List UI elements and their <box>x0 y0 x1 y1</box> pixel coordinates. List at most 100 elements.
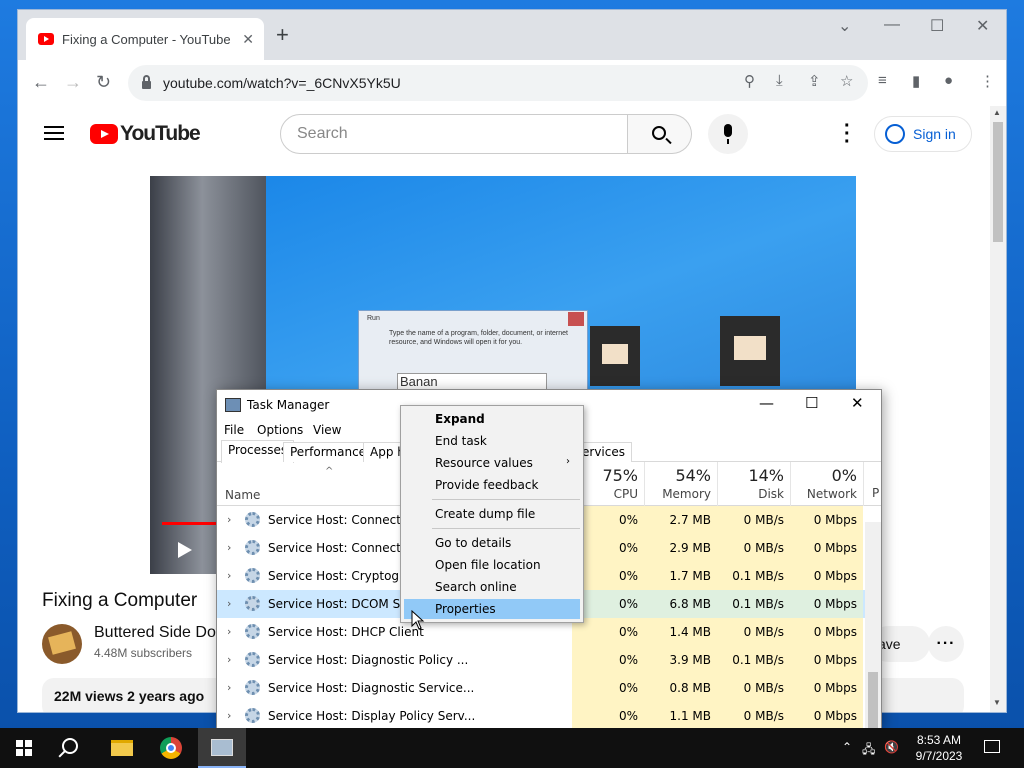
scroll-thumb[interactable] <box>993 122 1003 242</box>
menu-separator <box>432 499 580 500</box>
tab-close-icon[interactable]: ✕ <box>242 31 254 48</box>
tm-maximize-button[interactable]: ☐ <box>805 394 818 412</box>
menu-item-provide-feedback[interactable]: Provide feedback <box>404 475 580 495</box>
new-tab-button[interactable]: + <box>276 24 289 46</box>
more-actions-icon[interactable]: ··· <box>928 626 964 662</box>
file-explorer-icon[interactable] <box>111 740 133 756</box>
expand-chevron-icon[interactable]: › <box>227 569 231 582</box>
network-value: 0 Mbps <box>790 534 863 562</box>
disk-value: 0 MB/s <box>717 534 790 562</box>
tab-youtube[interactable]: Fixing a Computer - YouTube ✕ <box>26 18 264 60</box>
youtube-search-input[interactable]: Search <box>280 114 628 154</box>
col-power[interactable]: P <box>863 462 881 506</box>
video-progress-bar[interactable] <box>162 522 218 525</box>
show-hidden-icons-chevron-icon[interactable]: ⌃ <box>842 740 852 754</box>
menu-file[interactable]: File <box>224 423 244 437</box>
windows-start-icon[interactable] <box>16 740 32 756</box>
expand-chevron-icon[interactable]: › <box>227 513 231 526</box>
network-value: 0 Mbps <box>790 702 863 728</box>
expand-chevron-icon[interactable]: › <box>227 681 231 694</box>
menu-view[interactable]: View <box>313 423 341 437</box>
service-host-gear-icon <box>245 596 260 611</box>
col-network[interactable]: 0% Network <box>790 462 863 506</box>
memory-value: 3.9 MB <box>644 646 717 674</box>
process-name: Service Host: Diagnostic Service... <box>268 681 475 695</box>
expand-chevron-icon[interactable]: › <box>227 541 231 554</box>
address-bar[interactable]: youtube.com/watch?v=_6CNvX5Yk5U <box>128 65 868 101</box>
menu-item-expand[interactable]: Expand <box>404 409 580 429</box>
play-icon[interactable] <box>178 542 192 558</box>
process-row[interactable]: › Service Host: Diagnostic Policy ... 0% 3.… <box>217 646 881 674</box>
channel-name[interactable]: Buttered Side Dow <box>94 624 227 642</box>
service-host-gear-icon <box>245 680 260 695</box>
scroll-up-arrow-icon[interactable]: ▲ <box>993 108 1001 117</box>
tm-close-button[interactable]: ✕ <box>851 394 864 412</box>
process-row[interactable]: › Service Host: Diagnostic Service... 0% 0.… <box>217 674 881 702</box>
youtube-logo[interactable]: YouTube <box>90 122 201 146</box>
share-icon[interactable]: ⇪ <box>808 72 821 90</box>
reload-icon[interactable]: ↻ <box>96 72 111 92</box>
profile-avatar-icon[interactable]: ● <box>944 72 953 89</box>
process-row[interactable]: › Service Host: Display Policy Serv... 0% 1… <box>217 702 881 728</box>
hamburger-menu-icon[interactable] <box>44 126 64 140</box>
maximize-button[interactable]: ☐ <box>930 16 944 36</box>
reading-list-icon[interactable]: ≡ <box>878 72 887 89</box>
menu-item-end-task[interactable]: End task <box>404 431 580 451</box>
chrome-icon[interactable] <box>160 737 182 759</box>
pixel-character-left-face <box>602 344 628 364</box>
chrome-menu-icon[interactable]: ⋮ <box>980 72 995 90</box>
zoom-search-icon[interactable]: ⚲ <box>744 72 755 90</box>
menu-item-open-file-location[interactable]: Open file location <box>404 555 580 575</box>
volume-muted-icon[interactable]: 🔇 <box>884 740 899 754</box>
service-host-gear-icon <box>245 512 260 527</box>
menu-item-search-online[interactable]: Search online <box>404 577 580 597</box>
menu-item-properties[interactable]: Properties <box>404 599 580 619</box>
col-memory[interactable]: 54% Memory <box>644 462 717 506</box>
taskbar-search-icon[interactable] <box>62 738 78 754</box>
channel-avatar[interactable] <box>42 624 82 664</box>
col-disk[interactable]: 14% Disk <box>717 462 790 506</box>
context-menu: Expand End task Resource values › Provid… <box>400 405 584 623</box>
expand-chevron-icon[interactable]: › <box>227 597 231 610</box>
minimize-button[interactable]: — <box>884 16 900 34</box>
views-and-date: 22M views 2 years ago <box>54 688 205 704</box>
side-panel-icon[interactable]: ▮ <box>912 72 920 90</box>
expand-chevron-icon[interactable]: › <box>227 709 231 722</box>
menu-options[interactable]: Options <box>257 423 303 437</box>
tm-minimize-button[interactable]: — <box>759 394 774 412</box>
menu-item-create-dump-file[interactable]: Create dump file <box>404 504 580 524</box>
video-run-dialog: Run Type the name of a program, folder, … <box>358 310 588 394</box>
bookmark-star-icon[interactable]: ☆ <box>840 72 853 90</box>
search-icon <box>652 126 666 140</box>
voice-search-button[interactable] <box>708 114 748 154</box>
sign-in-button[interactable]: Sign in <box>874 116 972 152</box>
expand-chevron-icon[interactable]: › <box>227 653 231 666</box>
disk-label: Disk <box>758 487 784 501</box>
menu-item-go-to-details[interactable]: Go to details <box>404 533 580 553</box>
menu-item-resource-values[interactable]: Resource values › <box>404 453 580 473</box>
video-dialog-close-icon <box>568 312 584 326</box>
taskbar-task-manager-button[interactable] <box>198 728 246 768</box>
install-app-icon[interactable]: ⤓ <box>776 72 783 89</box>
tm-scroll-thumb[interactable] <box>868 672 878 728</box>
youtube-search-button[interactable] <box>628 114 692 154</box>
scroll-down-arrow-icon[interactable]: ▼ <box>993 698 1001 707</box>
tab-performance[interactable]: Performance <box>283 442 374 462</box>
col-name[interactable]: Name <box>225 488 260 502</box>
mouse-cursor-icon <box>411 610 425 630</box>
expand-chevron-icon[interactable]: › <box>227 625 231 638</box>
power-label: P <box>872 486 880 500</box>
settings-kebab-icon[interactable]: · · · <box>844 116 851 152</box>
network-icon[interactable]: 🖧 <box>862 740 875 761</box>
process-name: Service Host: Display Policy Serv... <box>268 709 476 723</box>
close-window-button[interactable]: ✕ <box>976 16 989 36</box>
action-center-icon[interactable] <box>984 740 1000 753</box>
forward-arrow-icon[interactable]: → <box>64 72 82 92</box>
tm-scrollbar[interactable] <box>865 522 881 728</box>
youtube-play-logo-icon <box>90 124 118 144</box>
tab-search-icon[interactable]: ⌄ <box>838 16 851 36</box>
back-arrow-icon[interactable]: ← <box>32 72 50 92</box>
taskbar-clock[interactable]: 8:53 AM 9/7/2023 <box>908 732 970 764</box>
page-scrollbar[interactable]: ▲ ▼ <box>990 106 1006 712</box>
memory-value: 2.7 MB <box>644 506 717 534</box>
